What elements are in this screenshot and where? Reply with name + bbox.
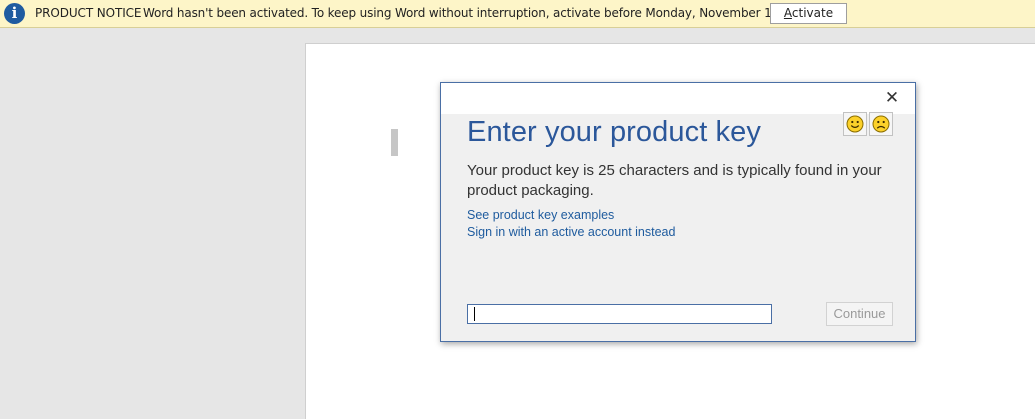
- info-icon: i: [4, 3, 25, 24]
- dialog-description: Your product key is 25 characters and is…: [467, 162, 882, 199]
- continue-button[interactable]: Continue: [826, 302, 893, 326]
- product-key-input[interactable]: [467, 304, 772, 324]
- dialog-title: Enter your product key: [467, 116, 761, 148]
- smiley-sad-icon[interactable]: [869, 112, 893, 136]
- sign-in-active-account-link[interactable]: Sign in with an active account instead: [467, 225, 675, 239]
- close-icon[interactable]: ✕: [882, 88, 902, 108]
- notice-message: Word hasn't been activated. To keep usin…: [143, 6, 821, 20]
- dialog-header: [441, 83, 915, 114]
- activate-button[interactable]: Activate: [770, 3, 847, 24]
- activate-mnemonic: A: [783, 6, 792, 20]
- activate-label: ctivate: [791, 6, 834, 20]
- see-product-key-examples-link[interactable]: See product key examples: [467, 208, 614, 222]
- input-caret: [474, 307, 475, 321]
- product-notice-bar: i PRODUCT NOTICE Word hasn't been activa…: [0, 0, 1035, 28]
- notice-title: PRODUCT NOTICE: [35, 6, 142, 20]
- document-text-cursor: [391, 129, 398, 156]
- smiley-happy-icon[interactable]: [843, 112, 867, 136]
